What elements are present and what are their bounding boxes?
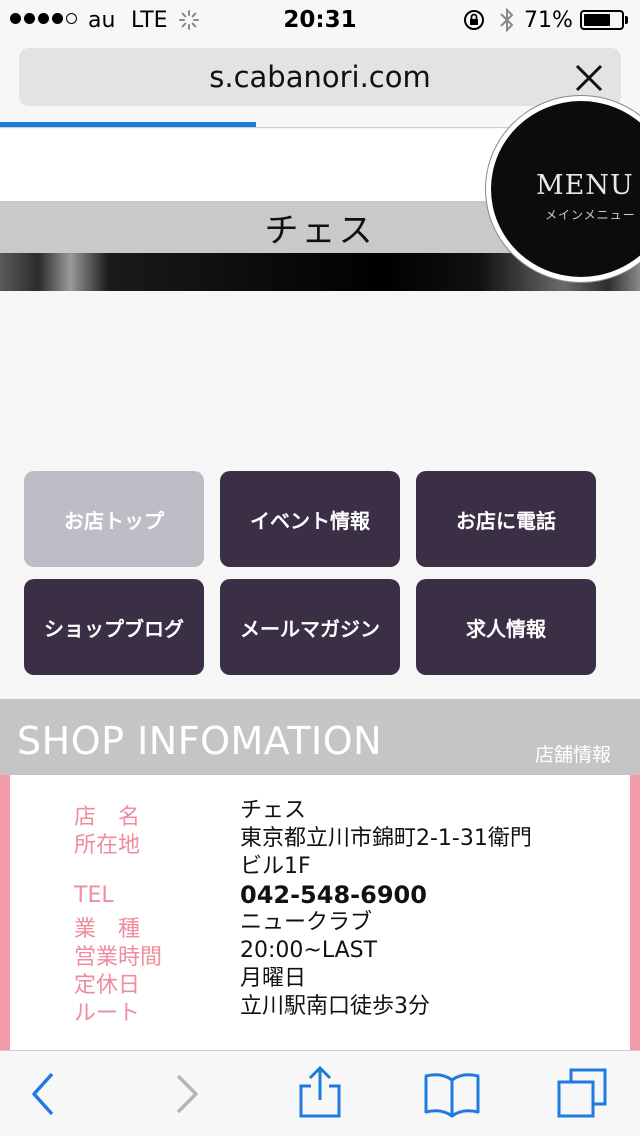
address-value-line2: ビル1F: [240, 854, 311, 879]
chevron-right-icon[interactable]: [160, 1064, 220, 1124]
closed-day-value: 月曜日: [240, 966, 307, 991]
shop-info-subtitle: 店舗情報: [535, 744, 612, 766]
route-label: ルート: [74, 1001, 141, 1026]
shop-info-title: SHOP INFOMATION: [17, 719, 383, 763]
tel-value[interactable]: 042-548-6900: [240, 881, 580, 909]
menu-label[interactable]: MENU: [536, 170, 634, 201]
close-icon[interactable]: [573, 62, 605, 94]
address-label: 所在地: [74, 833, 141, 858]
battery-icon: [580, 10, 624, 30]
job-info-button[interactable]: 求人情報: [416, 579, 596, 675]
page-load-progress: [0, 122, 256, 127]
hours-value: 20:00~LAST: [240, 938, 378, 963]
mail-magazine-button[interactable]: メールマガジン: [220, 579, 400, 675]
chevron-left-icon[interactable]: [18, 1064, 78, 1124]
shop-blog-button[interactable]: ショップブログ: [24, 579, 204, 675]
bluetooth-icon: [498, 6, 516, 40]
tabs-icon[interactable]: [555, 1064, 615, 1124]
route-value: 立川駅南口徒歩3分: [240, 994, 430, 1019]
shop-top-button[interactable]: お店トップ: [24, 471, 204, 567]
battery-tip: [625, 16, 628, 24]
menu-sublabel[interactable]: メインメニュー: [545, 206, 636, 223]
name-value: チェス: [240, 798, 307, 823]
rotation-lock-icon: [462, 8, 486, 38]
url-field[interactable]: s.cabanori.com: [19, 48, 621, 106]
call-shop-button[interactable]: お店に電話: [416, 471, 596, 567]
url-text[interactable]: s.cabanori.com: [19, 60, 621, 94]
business-type-value: ニュークラブ: [240, 910, 373, 935]
tel-label: TEL: [74, 883, 114, 908]
screen: au LTE 20:31 71% s.cabanori.com チェス MENU…: [0, 0, 640, 1136]
share-icon[interactable]: [291, 1064, 351, 1124]
battery-level: [584, 14, 610, 26]
status-bar: au LTE 20:31 71%: [0, 0, 640, 40]
book-icon[interactable]: [422, 1064, 482, 1124]
address-value: 東京都立川市錦町2-1-31衛門: [240, 826, 532, 851]
battery-percent: 71%: [524, 8, 573, 33]
event-info-button[interactable]: イベント情報: [220, 471, 400, 567]
